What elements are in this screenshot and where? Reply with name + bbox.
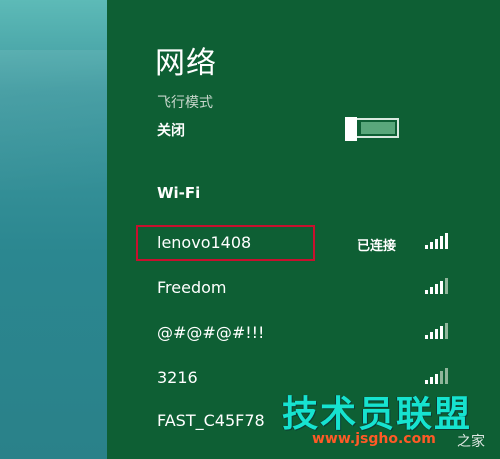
wifi-heading: Wi-Fi: [157, 184, 201, 202]
wifi-signal-icon: [425, 233, 449, 249]
airplane-mode-state: 关闭: [157, 123, 185, 139]
connection-status: 已连接: [357, 239, 397, 254]
selection-highlight-box: [136, 225, 315, 261]
airplane-mode-toggle[interactable]: [345, 117, 399, 141]
network-ssid: FAST_C45F78: [157, 411, 265, 430]
toggle-track: [361, 122, 395, 134]
network-ssid: 3216: [157, 368, 198, 387]
network-item-freedom[interactable]: Freedom: [107, 270, 500, 304]
network-ssid: @#@#@#!!!: [157, 323, 265, 342]
airplane-mode-label: 飞行模式: [157, 95, 213, 111]
toggle-knob[interactable]: [345, 117, 357, 141]
panel-title: 网络: [155, 46, 217, 81]
network-ssid: Freedom: [157, 278, 227, 297]
wifi-signal-icon: [425, 323, 449, 339]
network-item-symbols[interactable]: @#@#@#!!!: [107, 315, 500, 349]
network-item-fast-c45f78[interactable]: FAST_C45F78: [107, 403, 500, 437]
wifi-signal-icon: [425, 368, 449, 384]
network-item-3216[interactable]: 3216: [107, 360, 500, 394]
network-panel: 网络 飞行模式 关闭 Wi-Fi lenovo1408 已连接 Freedom …: [107, 0, 500, 459]
wifi-signal-icon: [425, 278, 449, 294]
desktop-background: [0, 0, 107, 459]
